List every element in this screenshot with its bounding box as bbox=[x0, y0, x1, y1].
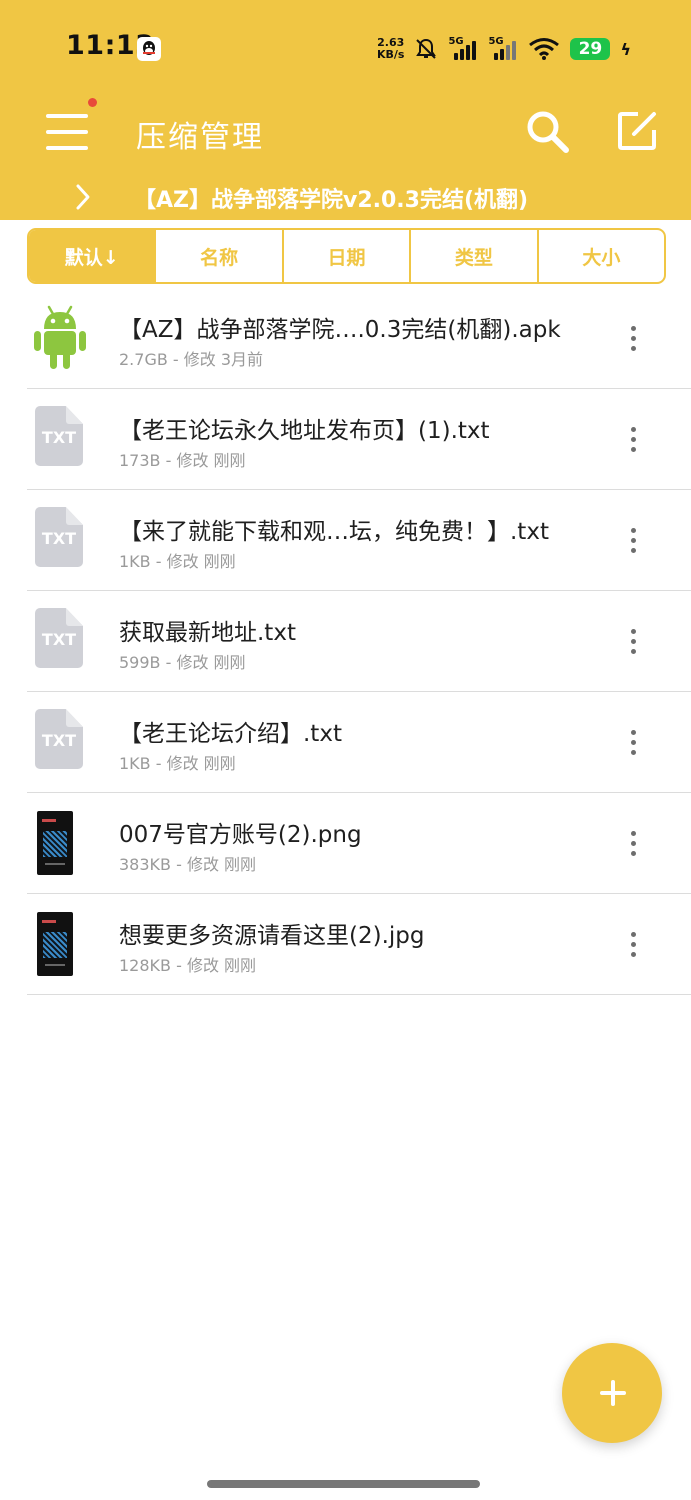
file-list: 【AZ】战争部落学院….0.3完结(机翻).apk 2.7GB - 修改 3月前… bbox=[27, 288, 691, 995]
top-app-bar: 11:13 2.63 KB/s 5G 5G 29 ϟ 压缩管理 【AZ】战争部落… bbox=[0, 0, 691, 220]
search-icon[interactable] bbox=[524, 108, 570, 154]
txt-file-icon: TXT bbox=[31, 606, 89, 674]
txt-file-icon: TXT bbox=[31, 707, 89, 775]
page-title: 压缩管理 bbox=[136, 120, 264, 155]
list-item[interactable]: TXT 【老王论坛介绍】.txt 1KB - 修改 刚刚 bbox=[27, 692, 691, 793]
txt-file-icon: TXT bbox=[31, 404, 89, 472]
file-name: 获取最新地址.txt bbox=[119, 620, 296, 646]
more-options-icon[interactable] bbox=[623, 324, 643, 354]
sort-tabs: 默认↓ 名称 日期 类型 大小 bbox=[27, 228, 666, 284]
list-item[interactable]: TXT 【来了就能下载和观…坛，纯免费！】.txt 1KB - 修改 刚刚 bbox=[27, 490, 691, 591]
file-meta: 128KB - 修改 刚刚 bbox=[119, 956, 257, 975]
more-options-icon[interactable] bbox=[623, 829, 643, 859]
txt-file-icon: TXT bbox=[31, 505, 89, 573]
txt-icon-label: TXT bbox=[41, 529, 77, 548]
tab-sort-name[interactable]: 名称 bbox=[156, 230, 284, 282]
signal-sim2-icon: 5G bbox=[488, 36, 518, 60]
home-indicator[interactable] bbox=[207, 1480, 480, 1488]
more-options-icon[interactable] bbox=[623, 930, 643, 960]
charging-icon: ϟ bbox=[620, 39, 631, 59]
list-item[interactable]: TXT 获取最新地址.txt 599B - 修改 刚刚 bbox=[27, 591, 691, 692]
network-speed: 2.63 KB/s bbox=[377, 37, 404, 61]
edit-icon[interactable] bbox=[616, 110, 658, 152]
menu-button[interactable] bbox=[44, 112, 90, 152]
plus-icon-vertical bbox=[611, 1380, 615, 1406]
txt-icon-label: TXT bbox=[41, 428, 77, 447]
battery-indicator: 29 bbox=[570, 38, 611, 60]
image-thumbnail bbox=[37, 912, 73, 976]
image-thumbnail bbox=[37, 811, 73, 875]
status-icons: 2.63 KB/s 5G 5G 29 ϟ bbox=[377, 34, 631, 64]
more-options-icon[interactable] bbox=[623, 526, 643, 556]
add-button[interactable] bbox=[562, 1343, 662, 1443]
notification-dot bbox=[88, 98, 97, 107]
file-name: 【来了就能下载和观…坛，纯免费！】.txt bbox=[119, 519, 549, 545]
file-name: 【老王论坛永久地址发布页】(1).txt bbox=[119, 418, 490, 444]
file-name: 想要更多资源请看这里(2).jpg bbox=[119, 923, 425, 949]
tab-sort-size[interactable]: 大小 bbox=[539, 230, 664, 282]
file-meta: 383KB - 修改 刚刚 bbox=[119, 855, 257, 874]
more-options-icon[interactable] bbox=[623, 627, 643, 657]
sim1-network-type: 5G bbox=[448, 36, 464, 47]
breadcrumb-current-folder[interactable]: 【AZ】战争部落学院v2.0.3完结(机翻) bbox=[134, 182, 528, 214]
qq-icon bbox=[137, 37, 161, 61]
tab-sort-type[interactable]: 类型 bbox=[411, 230, 539, 282]
sim2-network-type: 5G bbox=[488, 36, 504, 47]
txt-icon-label: TXT bbox=[41, 630, 77, 649]
list-item[interactable]: 007号官方账号(2).png 383KB - 修改 刚刚 bbox=[27, 793, 691, 894]
list-item[interactable]: TXT 【老王论坛永久地址发布页】(1).txt 173B - 修改 刚刚 bbox=[27, 389, 691, 490]
txt-icon-label: TXT bbox=[41, 731, 77, 750]
tab-sort-date[interactable]: 日期 bbox=[284, 230, 412, 282]
network-speed-unit: KB/s bbox=[376, 48, 405, 61]
file-meta: 173B - 修改 刚刚 bbox=[119, 451, 246, 470]
file-name: 007号官方账号(2).png bbox=[119, 822, 362, 848]
more-options-icon[interactable] bbox=[623, 728, 643, 758]
file-name: 【AZ】战争部落学院….0.3完结(机翻).apk bbox=[119, 317, 561, 343]
app-toolbar: 压缩管理 bbox=[0, 90, 691, 176]
file-meta: 599B - 修改 刚刚 bbox=[119, 653, 246, 672]
more-options-icon[interactable] bbox=[623, 425, 643, 455]
breadcrumb: 【AZ】战争部落学院v2.0.3完结(机翻) bbox=[0, 178, 691, 218]
file-name: 【老王论坛介绍】.txt bbox=[119, 721, 342, 747]
file-meta: 1KB - 修改 刚刚 bbox=[119, 754, 236, 773]
list-item[interactable]: 【AZ】战争部落学院….0.3完结(机翻).apk 2.7GB - 修改 3月前 bbox=[27, 288, 691, 389]
android-icon bbox=[34, 305, 86, 369]
list-item[interactable]: 想要更多资源请看这里(2).jpg 128KB - 修改 刚刚 bbox=[27, 894, 691, 995]
tab-sort-default[interactable]: 默认↓ bbox=[29, 230, 157, 282]
file-meta: 2.7GB - 修改 3月前 bbox=[119, 350, 264, 369]
signal-sim1-icon: 5G bbox=[448, 36, 478, 60]
chevron-right-icon[interactable] bbox=[72, 180, 94, 214]
file-meta: 1KB - 修改 刚刚 bbox=[119, 552, 236, 571]
mute-icon bbox=[416, 38, 437, 59]
wifi-icon bbox=[529, 38, 560, 60]
